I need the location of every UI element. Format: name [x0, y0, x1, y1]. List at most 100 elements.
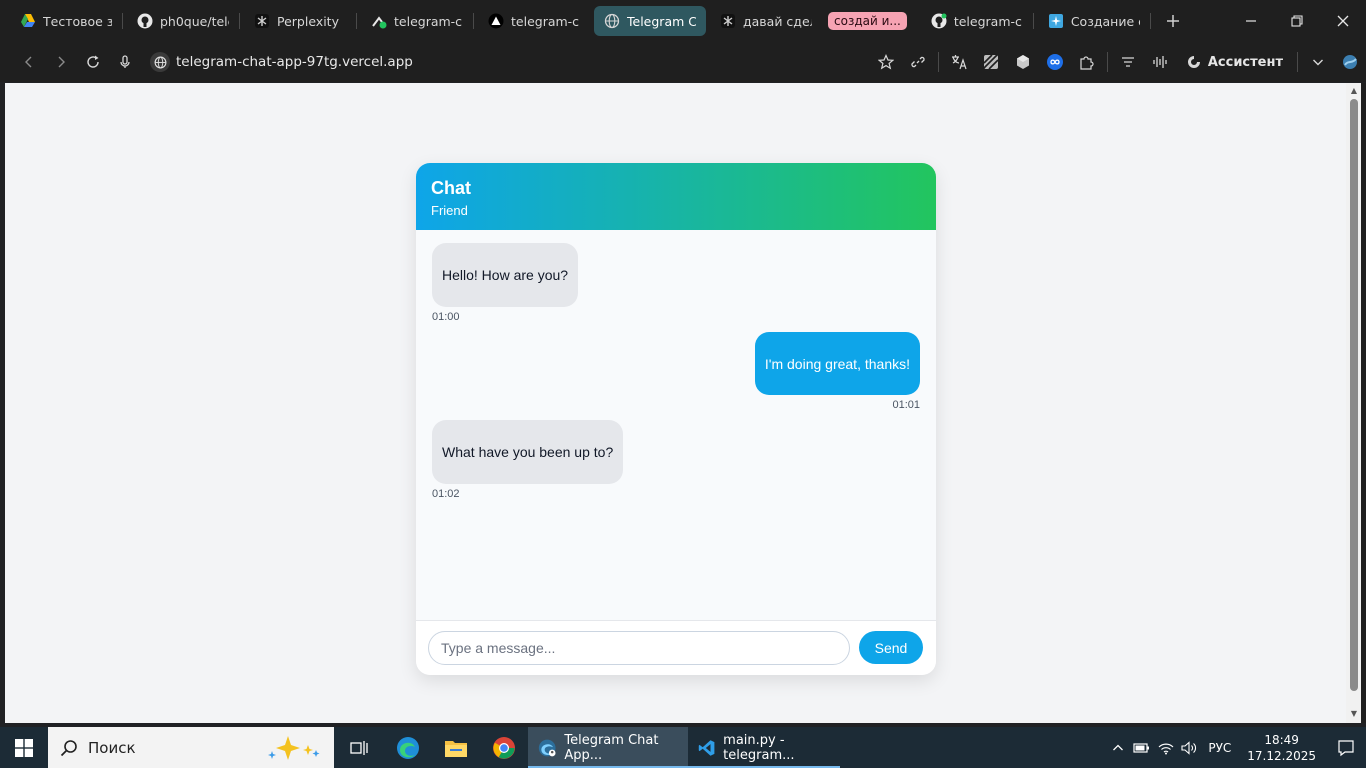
tab-divider — [122, 13, 123, 29]
perplexity-icon — [254, 13, 270, 29]
extension-cube-button[interactable] — [1007, 46, 1039, 78]
battery-icon — [1133, 742, 1150, 753]
clock[interactable]: 18:49 17.12.2025 — [1237, 732, 1326, 764]
browser-tab[interactable]: Perplexity — [244, 6, 356, 36]
browser-tab-group-label[interactable]: создай и... — [828, 6, 907, 36]
browser-tab[interactable]: ph0que/teleg — [127, 6, 239, 36]
browser-tab[interactable]: telegram-cha — [361, 6, 473, 36]
taskbar-running-app[interactable]: Telegram Chat App... — [528, 727, 688, 768]
github-icon — [931, 13, 947, 29]
chrome-taskbar-button[interactable] — [480, 727, 528, 768]
notifications-button[interactable] — [1326, 739, 1366, 757]
scroll-up-arrow-icon[interactable]: ▲ — [1349, 86, 1359, 96]
message-time: 01:00 — [432, 311, 460, 323]
taskbar-search[interactable]: Поиск — [48, 727, 334, 768]
link-icon — [911, 56, 925, 68]
tab-divider — [239, 13, 240, 29]
address-bar[interactable]: telegram-chat-app-97tg.vercel.app — [150, 48, 870, 76]
network-status[interactable] — [1154, 741, 1178, 755]
toolbar-divider — [937, 52, 939, 72]
close-window-button[interactable] — [1320, 0, 1366, 42]
tab-title: ph0que/teleg — [160, 13, 229, 29]
profile-button[interactable] — [1334, 46, 1366, 78]
extensions-button[interactable] — [1071, 46, 1103, 78]
chat-window: Chat Friend Hello! How are you? 01:00 I'… — [416, 163, 936, 675]
vscode-icon — [698, 739, 715, 756]
new-tab-button[interactable] — [1159, 7, 1187, 35]
browser-tab[interactable]: telegram-cha — [478, 6, 590, 36]
page-scrollbar[interactable]: ▲ ▼ — [1346, 83, 1361, 723]
task-view-button[interactable] — [336, 727, 384, 768]
bookmark-star-button[interactable] — [870, 46, 902, 78]
extension-infinity-button[interactable] — [1039, 46, 1071, 78]
infinity-extension-icon — [1046, 54, 1063, 70]
tab-group-pill: создай и... — [828, 12, 907, 30]
reload-icon — [87, 55, 99, 68]
scroll-down-arrow-icon[interactable]: ▼ — [1349, 709, 1359, 719]
browser-tab[interactable]: Создание ст — [1038, 6, 1150, 36]
restore-button[interactable] — [1274, 0, 1320, 42]
forward-button[interactable] — [45, 46, 77, 78]
browser-toolbar: telegram-chat-app-97tg.vercel.app Ассист… — [0, 42, 1366, 82]
chat-title: Chat — [431, 178, 471, 198]
site-info-icon[interactable] — [150, 52, 170, 72]
chat-header: Chat Friend — [416, 163, 936, 230]
browser-tab[interactable]: давай сделае — [710, 6, 822, 36]
taskbar-app-label: main.py - telegram... — [723, 732, 795, 763]
edge-icon — [397, 736, 419, 759]
github-icon — [137, 13, 153, 29]
scrollbar-thumb[interactable] — [1350, 99, 1358, 691]
window-border — [1361, 83, 1366, 723]
back-button[interactable] — [13, 46, 45, 78]
input-language[interactable]: РУС — [1202, 741, 1237, 755]
volume-control[interactable] — [1178, 740, 1202, 755]
edge-taskbar-button[interactable] — [384, 727, 432, 768]
sparkle-app-icon — [1048, 13, 1064, 29]
toolbar-actions: Ассистент — [870, 42, 1366, 82]
restore-icon — [1291, 15, 1303, 27]
translate-button[interactable] — [943, 46, 975, 78]
translate-icon — [951, 55, 967, 70]
back-arrow-icon — [25, 56, 32, 68]
extension-stripes-button[interactable] — [975, 46, 1007, 78]
reload-button[interactable] — [77, 46, 109, 78]
star-icon — [877, 54, 894, 70]
message-incoming: Hello! How are you? 01:00 — [432, 243, 579, 323]
globe-icon — [604, 13, 620, 29]
stripes-extension-icon — [983, 54, 999, 70]
cube-extension-icon — [1016, 55, 1029, 69]
file-explorer-button[interactable] — [432, 727, 480, 768]
tab-divider — [356, 13, 357, 29]
plus-icon — [1166, 15, 1179, 27]
profile-avatar-icon — [1343, 55, 1357, 69]
minimize-button[interactable] — [1228, 0, 1274, 42]
taskbar-running-app[interactable]: main.py - telegram... — [688, 727, 840, 768]
send-button[interactable]: Send — [859, 631, 923, 664]
more-menu-button[interactable] — [1302, 46, 1334, 78]
google-drive-icon — [20, 13, 36, 29]
browser-tab[interactable]: Тестовое зад — [10, 6, 122, 36]
close-icon — [1337, 15, 1349, 27]
audio-button[interactable] — [1144, 46, 1176, 78]
message-composer: Send — [416, 620, 936, 675]
chat-subtitle: Friend — [431, 203, 468, 218]
message-input[interactable] — [428, 631, 850, 665]
voice-search-button[interactable] — [109, 46, 141, 78]
battery-status[interactable] — [1130, 741, 1154, 755]
message-time: 01:01 — [892, 399, 920, 411]
windows-logo-icon — [15, 738, 33, 757]
clock-time: 18:49 — [1264, 732, 1299, 747]
message-time: 01:02 — [432, 488, 460, 500]
browser-tab-active[interactable]: Telegram Ch — [594, 6, 706, 36]
windows-taskbar: Поиск Telegram Chat App... main.py - tel… — [0, 727, 1366, 768]
tab-divider — [473, 13, 474, 29]
puzzle-icon — [1080, 56, 1094, 70]
reading-list-button[interactable] — [1112, 46, 1144, 78]
browser-tab-strip: Тестовое зад ph0que/teleg Perplexity tel… — [0, 0, 1366, 42]
assistant-button[interactable]: Ассистент — [1176, 54, 1293, 70]
tab-divider — [1032, 13, 1034, 29]
start-button[interactable] — [0, 727, 48, 768]
browser-tab[interactable]: telegram-cha — [921, 6, 1033, 36]
show-hidden-icons-button[interactable] — [1106, 742, 1130, 754]
copy-link-button[interactable] — [902, 46, 934, 78]
